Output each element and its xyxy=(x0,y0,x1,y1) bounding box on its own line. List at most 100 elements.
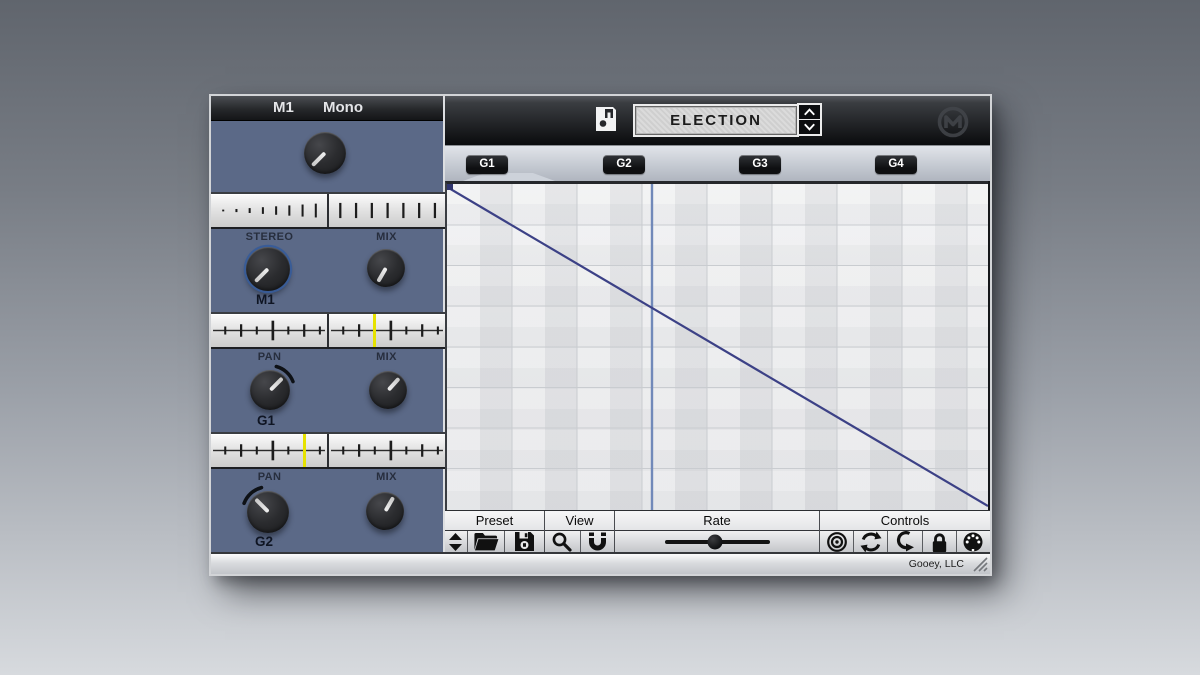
ruler-ticks xyxy=(211,314,327,347)
vendor-logo-icon xyxy=(933,102,973,142)
mix-label: MIX xyxy=(328,351,445,366)
knob-pointer xyxy=(386,377,400,392)
window-footer: Gooey, LLC xyxy=(211,552,990,574)
knob-pointer xyxy=(311,151,327,167)
bottom-toolbar: Preset xyxy=(445,510,990,552)
resize-grip[interactable] xyxy=(970,556,988,572)
sync-arrows-icon xyxy=(860,531,882,553)
mix-label: MIX xyxy=(328,471,445,486)
preset-section-label: Preset xyxy=(445,511,544,531)
g1-pan-slider[interactable] xyxy=(211,314,327,347)
save-preset-icon[interactable] xyxy=(595,106,617,132)
rate-slider[interactable] xyxy=(665,540,770,544)
m1-mix-knob[interactable] xyxy=(367,249,405,287)
m1-section-name: M1 xyxy=(256,292,275,307)
slider-value-indicator xyxy=(373,314,376,347)
knob-pointer xyxy=(268,377,283,392)
midi-learn-button[interactable] xyxy=(957,531,990,553)
save-preset-button[interactable] xyxy=(505,531,544,552)
g1-labels: PAN MIX xyxy=(211,351,445,366)
stereo-scale-slider[interactable] xyxy=(211,194,327,227)
knob-pointer xyxy=(253,267,269,283)
m1-scale-strip xyxy=(211,192,445,229)
envelope-editor-canvas[interactable] xyxy=(445,181,988,510)
m1-labels: STEREO MIX xyxy=(211,231,445,246)
g2-pan-knob[interactable] xyxy=(247,491,289,533)
chevron-up-icon xyxy=(802,107,817,117)
channel-label: M1 xyxy=(273,99,294,116)
folder-icon xyxy=(473,532,499,552)
controls-section-label: Controls xyxy=(820,511,990,531)
preset-step-button[interactable] xyxy=(445,531,468,552)
growing-ticks-scale xyxy=(211,194,327,227)
g1-mix-slider[interactable] xyxy=(329,314,445,347)
zoom-button[interactable] xyxy=(545,531,581,552)
active-tab-indicator xyxy=(463,173,555,181)
sync-loop-button[interactable] xyxy=(854,531,888,553)
mono-knob[interactable] xyxy=(304,132,346,174)
editor-header: ELECTION xyxy=(445,96,990,146)
g1-pan-knob[interactable] xyxy=(250,370,290,410)
g1-section-name: G1 xyxy=(257,413,275,428)
g2-mix-slider[interactable] xyxy=(329,434,445,467)
concentric-circles-icon xyxy=(826,531,848,553)
rate-slider-thumb[interactable] xyxy=(707,534,722,549)
floppy-save-icon xyxy=(514,531,535,552)
rate-section-label: Rate xyxy=(615,511,819,531)
preset-spinner xyxy=(799,105,820,134)
toolbar-section-view: View xyxy=(545,511,615,552)
snap-button[interactable] xyxy=(581,531,615,552)
magnifier-icon xyxy=(552,532,572,552)
mixer-body: STEREO MIX M1 xyxy=(211,120,443,552)
pan-label: PAN xyxy=(211,471,328,486)
envelope-point-handle[interactable] xyxy=(447,184,453,190)
ruler-ticks xyxy=(329,434,445,467)
envelope-graph xyxy=(447,184,988,510)
preset-name: ELECTION xyxy=(670,112,762,129)
g2-pan-slider[interactable] xyxy=(211,434,327,467)
g1-ruler-strip xyxy=(211,312,445,349)
g2-ruler-strip xyxy=(211,432,445,469)
toolbar-section-preset: Preset xyxy=(445,511,545,552)
editor-panel: ELECTION xyxy=(445,96,990,552)
magnet-icon xyxy=(588,532,607,552)
ruler-ticks xyxy=(329,314,445,347)
toolbar-section-controls: Controls xyxy=(820,511,990,552)
g1-mix-knob[interactable] xyxy=(369,371,407,409)
mode-label: Mono xyxy=(323,99,363,116)
lock-button[interactable] xyxy=(923,531,957,553)
up-down-stepper-icon xyxy=(449,533,462,551)
plugin-window: M1 Mono xyxy=(211,96,990,574)
tab-g1-wrap: G1 xyxy=(466,146,508,181)
g2-labels: PAN MIX xyxy=(211,471,445,486)
pan-label: PAN xyxy=(211,351,328,366)
m1-stereo-knob[interactable] xyxy=(246,247,290,291)
group-tab-bar: G1 G2 G3 G4 xyxy=(445,146,990,181)
vendor-brand-text: Gooey, LLC xyxy=(909,558,964,570)
mix-label: MIX xyxy=(328,231,445,246)
knob-pointer xyxy=(254,498,270,514)
chevron-down-icon xyxy=(802,122,817,132)
slider-value-indicator xyxy=(303,434,306,467)
lock-icon xyxy=(930,532,949,553)
toolbar-section-rate: Rate xyxy=(615,511,820,552)
tab-g4[interactable]: G4 xyxy=(875,155,917,174)
tab-g3[interactable]: G3 xyxy=(739,155,781,174)
bar-ticks-scale xyxy=(329,194,445,227)
preset-previous-button[interactable] xyxy=(799,105,820,119)
mix-scale-slider[interactable] xyxy=(329,194,445,227)
mixer-header: M1 Mono xyxy=(211,96,443,121)
open-preset-button[interactable] xyxy=(468,531,506,552)
tab-g1[interactable]: G1 xyxy=(466,155,508,174)
ruler-ticks xyxy=(211,434,327,467)
target-mode-button[interactable] xyxy=(820,531,854,553)
preset-display[interactable]: ELECTION xyxy=(635,106,797,135)
midi-connector-icon xyxy=(962,531,984,553)
preset-next-button[interactable] xyxy=(799,119,820,134)
g2-mix-knob[interactable] xyxy=(366,492,404,530)
g2-section-name: G2 xyxy=(255,534,273,549)
curve-shape-button[interactable] xyxy=(888,531,922,553)
tab-g2[interactable]: G2 xyxy=(603,155,645,174)
view-section-label: View xyxy=(545,511,614,531)
curved-arrow-icon xyxy=(895,531,915,553)
